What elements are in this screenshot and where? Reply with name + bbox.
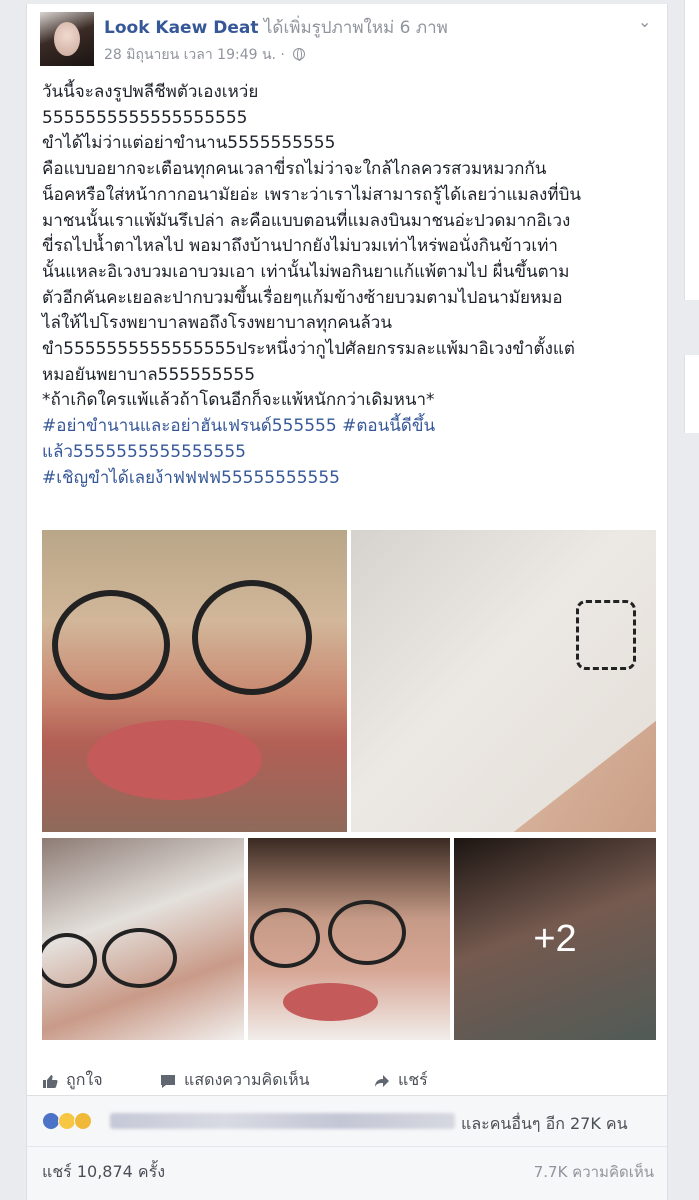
- blurred-names: [110, 1113, 455, 1129]
- thumbs-up-icon: [43, 1074, 58, 1088]
- photo-5[interactable]: +2: [454, 838, 656, 1040]
- text-line: คือแบบอยากจะเตือนทุกคนเวลาขี่รถไม่ว่าจะใ…: [42, 159, 547, 180]
- post-action-text: ได้เพิ่มรูปภาพใหม่ 6 ภาพ: [258, 18, 448, 38]
- text-line: ขำ5555555555555555ประหนึ่งว่ากูไปศัลยกรร…: [42, 339, 575, 360]
- text-line: ตัวอีกคันคะเยอละปากบวมขึ้นเรื่อยๆแก้มข้า…: [42, 287, 563, 308]
- text-line: หมอยันพยาบาล555555555: [42, 364, 256, 385]
- more-photos-count: +2: [533, 917, 577, 960]
- text-line: นั้นแหละอิเวงบวมเอาบวมเอา เท่านั้นไม่พอก…: [42, 261, 570, 282]
- text-line: มาชนนั้นเราแพ้มันรึเปล่า ละคือแบบตอนที่แ…: [42, 210, 571, 231]
- comment-label: แสดงความคิดเห็น: [184, 1070, 310, 1089]
- author-name[interactable]: Look Kaew Deat: [104, 18, 258, 38]
- hashtag-line[interactable]: #อย่าขำนานและอย่าฮันเฟรนด์555555 #ตอนนี้…: [42, 414, 662, 440]
- comment-count[interactable]: 7.7K ความคิดเห็น: [534, 1160, 654, 1184]
- arm-shape: [460, 670, 656, 832]
- glasses-lens: [192, 580, 312, 695]
- comment-button[interactable]: แสดงความคิดเห็น: [160, 1068, 310, 1093]
- glasses-lens: [250, 908, 320, 968]
- sad-icon: [74, 1112, 92, 1130]
- like-button[interactable]: ถูกใจ: [42, 1068, 103, 1093]
- reaction-icons[interactable]: [42, 1112, 92, 1130]
- globe-icon[interactable]: [293, 48, 306, 61]
- glasses-lens: [42, 933, 97, 988]
- text-line: ไล่ให้ไปโรงพยาบาลพอถึงโรงพยาบาลทุกคนล้วน: [42, 313, 392, 334]
- text-line: วันนี้จะลงรูปพลีชีพตัวเองเหว่ย: [42, 82, 259, 102]
- post-header: Look Kaew Deat ได้เพิ่มรูปภาพใหม่ 6 ภาพ: [104, 14, 448, 41]
- wristband-shape: [576, 600, 636, 670]
- comment-icon: [161, 1074, 175, 1088]
- hashtag-line[interactable]: แล้ว5555555555555555: [42, 440, 662, 466]
- lips-shape: [283, 983, 378, 1021]
- more-photos-overlay[interactable]: +2: [454, 838, 656, 1040]
- right-column-panel: [684, 0, 699, 300]
- reaction-others-count[interactable]: และคนอื่นๆ อีก 27K คน: [461, 1112, 628, 1137]
- share-button[interactable]: แชร์: [374, 1068, 428, 1093]
- post-text: วันนี้จะลงรูปพลีชีพตัวเองเหว่ย 555555555…: [42, 80, 662, 491]
- avatar[interactable]: [40, 12, 94, 66]
- glasses-lens: [328, 900, 406, 965]
- chevron-down-icon[interactable]: ⌄: [638, 12, 651, 31]
- text-line: 5555555555555555555: [42, 107, 248, 128]
- glasses-lens: [102, 928, 177, 988]
- hashtag-line[interactable]: #เชิญขำได้เลยง้าฟฟฟฟ55555555555: [42, 466, 662, 492]
- share-icon: [375, 1074, 389, 1087]
- photo-3[interactable]: [42, 838, 244, 1040]
- share-label: แชร์: [398, 1070, 428, 1089]
- right-column-panel: [684, 355, 699, 433]
- share-count[interactable]: แชร์ 10,874 ครั้ง: [42, 1160, 165, 1185]
- photo-4[interactable]: [248, 838, 450, 1040]
- photo-2[interactable]: [351, 530, 656, 832]
- like-label: ถูกใจ: [66, 1070, 103, 1089]
- text-line: น็อคหรือใส่หน้ากากอนามัยอ่ะ เพราะว่าเราไ…: [42, 184, 581, 205]
- text-line: ขำได้ไม่ว่าแต่อย่าขำนาน5555555555: [42, 133, 336, 154]
- timestamp[interactable]: 28 มิถุนายน เวลา 19:49 น.: [104, 47, 276, 63]
- photo-1[interactable]: [42, 530, 347, 832]
- glasses-lens: [52, 590, 170, 700]
- post-actions-bar: ถูกใจ แสดงความคิดเห็น แชร์: [42, 1064, 642, 1092]
- post-meta: 28 มิถุนายน เวลา 19:49 น. ·: [104, 44, 306, 66]
- lips-shape: [87, 720, 262, 800]
- divider: [27, 1146, 667, 1147]
- text-line: *ถ้าเกิดใครแพ้แล้วถ้าโดนอีกก็จะแพ้หนักกว…: [42, 390, 435, 411]
- meta-separator: ·: [275, 47, 290, 63]
- text-line: ขี่รถไปน้ำตาไหลไป พอมาถึงบ้านปากยังไม่บว…: [42, 236, 558, 257]
